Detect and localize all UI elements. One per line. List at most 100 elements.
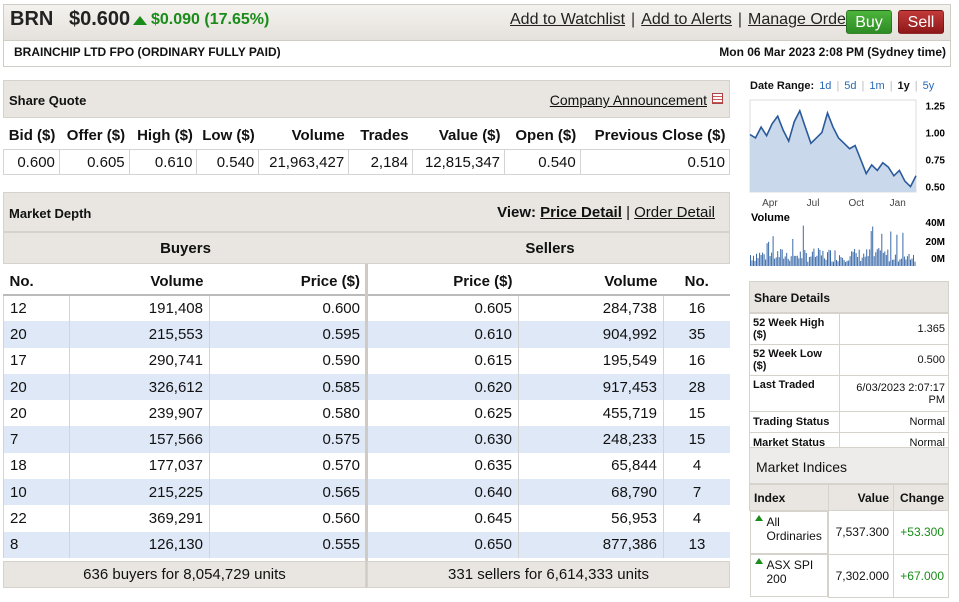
- range-5y-link[interactable]: 5y: [923, 80, 935, 92]
- share-details-table: 52 Week High ($) 1.365 52 Week Low ($) 0.50…: [749, 313, 950, 454]
- buyer-cell: 18: [3, 452, 70, 480]
- index-value: 7,537.300: [828, 510, 894, 555]
- share-detail-row: Last Traded 6/03/2023 2:07:17 PM: [749, 375, 950, 412]
- seller-cell: 455,719: [518, 400, 664, 427]
- index-change: +67.000: [893, 553, 949, 598]
- range-1y-link[interactable]: 1y: [898, 80, 910, 92]
- volume-bar: [914, 261, 916, 266]
- volume-bar: [828, 249, 830, 266]
- indices-col-index: Index: [748, 484, 830, 511]
- buyer-cell: 10: [3, 479, 70, 506]
- index-name-cell: All Ordinaries: [749, 511, 829, 554]
- buyer-cell: 12: [3, 295, 70, 322]
- buyer-cell: 20: [3, 321, 70, 348]
- add-to-watchlist-link[interactable]: Add to Watchlist: [510, 11, 625, 29]
- up-arrow-icon: [754, 558, 763, 564]
- range-1m-link[interactable]: 1m: [869, 80, 884, 92]
- volume-bar: [857, 257, 859, 266]
- date-range-selector: Date Range: 1d | 5d | 1m | 1y | 5y: [750, 80, 934, 92]
- quote-col-header: Low ($): [196, 122, 259, 150]
- order-detail-link[interactable]: Order Detail: [634, 204, 715, 221]
- volume-bar: [845, 262, 847, 266]
- quote-col-header: High ($): [129, 122, 197, 150]
- sell-button[interactable]: Sell: [898, 10, 944, 34]
- seller-cell: 0.625: [367, 400, 519, 427]
- volume-bar: [843, 260, 845, 266]
- seller-cell: 56,953: [518, 505, 664, 532]
- volume-bar: [759, 252, 761, 266]
- seller-row: 0.625 455,719 15: [367, 400, 730, 427]
- buy-button[interactable]: Buy: [846, 10, 892, 34]
- company-announcement-link[interactable]: Company Announcement: [550, 92, 707, 108]
- volume-tick-label: 20M: [926, 237, 945, 248]
- volume-bar: [885, 255, 887, 266]
- share-details-title: Share Details: [749, 281, 949, 313]
- volume-bar: [896, 234, 898, 266]
- seller-cell: 68,790: [518, 479, 664, 506]
- buyers-col-price: Price ($): [209, 268, 366, 296]
- quote-cell: 0.510: [579, 149, 731, 175]
- indices-col-value: Value: [828, 484, 894, 511]
- volume-bar: [863, 253, 865, 266]
- volume-bar: [766, 243, 768, 266]
- seller-cell: 7: [663, 479, 730, 506]
- volume-bar: [781, 249, 783, 266]
- sellers-col-volume: Volume: [518, 268, 664, 296]
- volume-bar: [765, 259, 767, 266]
- quote-cell: 0.610: [128, 149, 198, 175]
- seller-cell: 0.640: [367, 479, 519, 506]
- buyers-label: Buyers: [160, 240, 211, 257]
- price-chart[interactable]: 1.25 1.00 0.75 0.50 Apr Jul Oct Jan Volume 40M 20M…: [748, 94, 950, 269]
- volume-bar: [819, 249, 821, 266]
- announcement-document-icon[interactable]: [712, 93, 723, 104]
- buyer-cell: 0.565: [209, 479, 366, 506]
- volume-bar: [760, 255, 762, 266]
- volume-bar: [825, 259, 827, 266]
- volume-bar: [906, 256, 908, 266]
- buyer-cell: 177,037: [69, 452, 210, 480]
- price-detail-link[interactable]: Price Detail: [540, 204, 622, 221]
- share-detail-row: Trading Status Normal: [749, 411, 950, 433]
- view-separator: |: [626, 204, 630, 221]
- volume-bar: [864, 256, 866, 266]
- share-detail-value: 1.365: [838, 313, 950, 345]
- share-quote-header: Share Quote Company Announcement: [3, 80, 730, 118]
- market-indices-table: Index Value Change All Ordinaries 7,537.3…: [748, 484, 949, 598]
- buyer-row: 10 215,225 0.565: [3, 479, 366, 506]
- seller-row: 0.640 68,790 7: [367, 479, 730, 506]
- price-change: $0.090 (17.65%): [133, 11, 269, 29]
- buyer-cell: 215,553: [69, 321, 210, 348]
- seller-cell: 0.650: [367, 531, 519, 558]
- quote-datetime: Mon 06 Mar 2023 2:08 PM (Sydney time): [719, 45, 946, 59]
- last-price: $0.600: [69, 8, 131, 30]
- quote-col-header: Bid ($): [3, 122, 60, 150]
- share-detail-key: 52 Week Low ($): [749, 344, 840, 376]
- share-details-panel: Share Details 52 Week High ($) 1.365 52 We…: [749, 281, 950, 454]
- buyer-row: 20 326,612 0.585: [3, 373, 366, 401]
- header-links: Add to Watchlist | Add to Alerts | Manage …: [510, 11, 860, 29]
- volume-bar: [866, 249, 868, 266]
- buyer-row: 7 157,566 0.575: [3, 426, 366, 453]
- manage-orders-link[interactable]: Manage Orders: [748, 11, 859, 29]
- seller-cell: 0.615: [367, 347, 519, 374]
- depth-view-switcher: View: Price Detail | Order Detail: [497, 204, 715, 221]
- range-5d-link[interactable]: 5d: [844, 80, 856, 92]
- volume-bar: [851, 251, 853, 266]
- seller-cell: 0.610: [367, 321, 519, 348]
- range-1d-link[interactable]: 1d: [819, 80, 831, 92]
- seller-cell: 0.620: [367, 373, 519, 401]
- seller-cell: 877,386: [518, 531, 664, 558]
- volume-bar: [913, 254, 914, 266]
- volume-bar: [876, 249, 878, 266]
- buyer-cell: 8: [3, 531, 70, 558]
- seller-cell: 16: [663, 295, 730, 322]
- volume-bar: [846, 260, 848, 266]
- volume-bar: [903, 256, 905, 266]
- volume-bar: [830, 250, 831, 266]
- seller-cell: 65,844: [518, 452, 664, 480]
- add-to-alerts-link[interactable]: Add to Alerts: [641, 11, 732, 29]
- volume-bar: [858, 249, 860, 266]
- ticker-code: BRN: [10, 8, 54, 30]
- volume-tick-label: 0M: [931, 254, 945, 265]
- volume-bar: [849, 256, 851, 266]
